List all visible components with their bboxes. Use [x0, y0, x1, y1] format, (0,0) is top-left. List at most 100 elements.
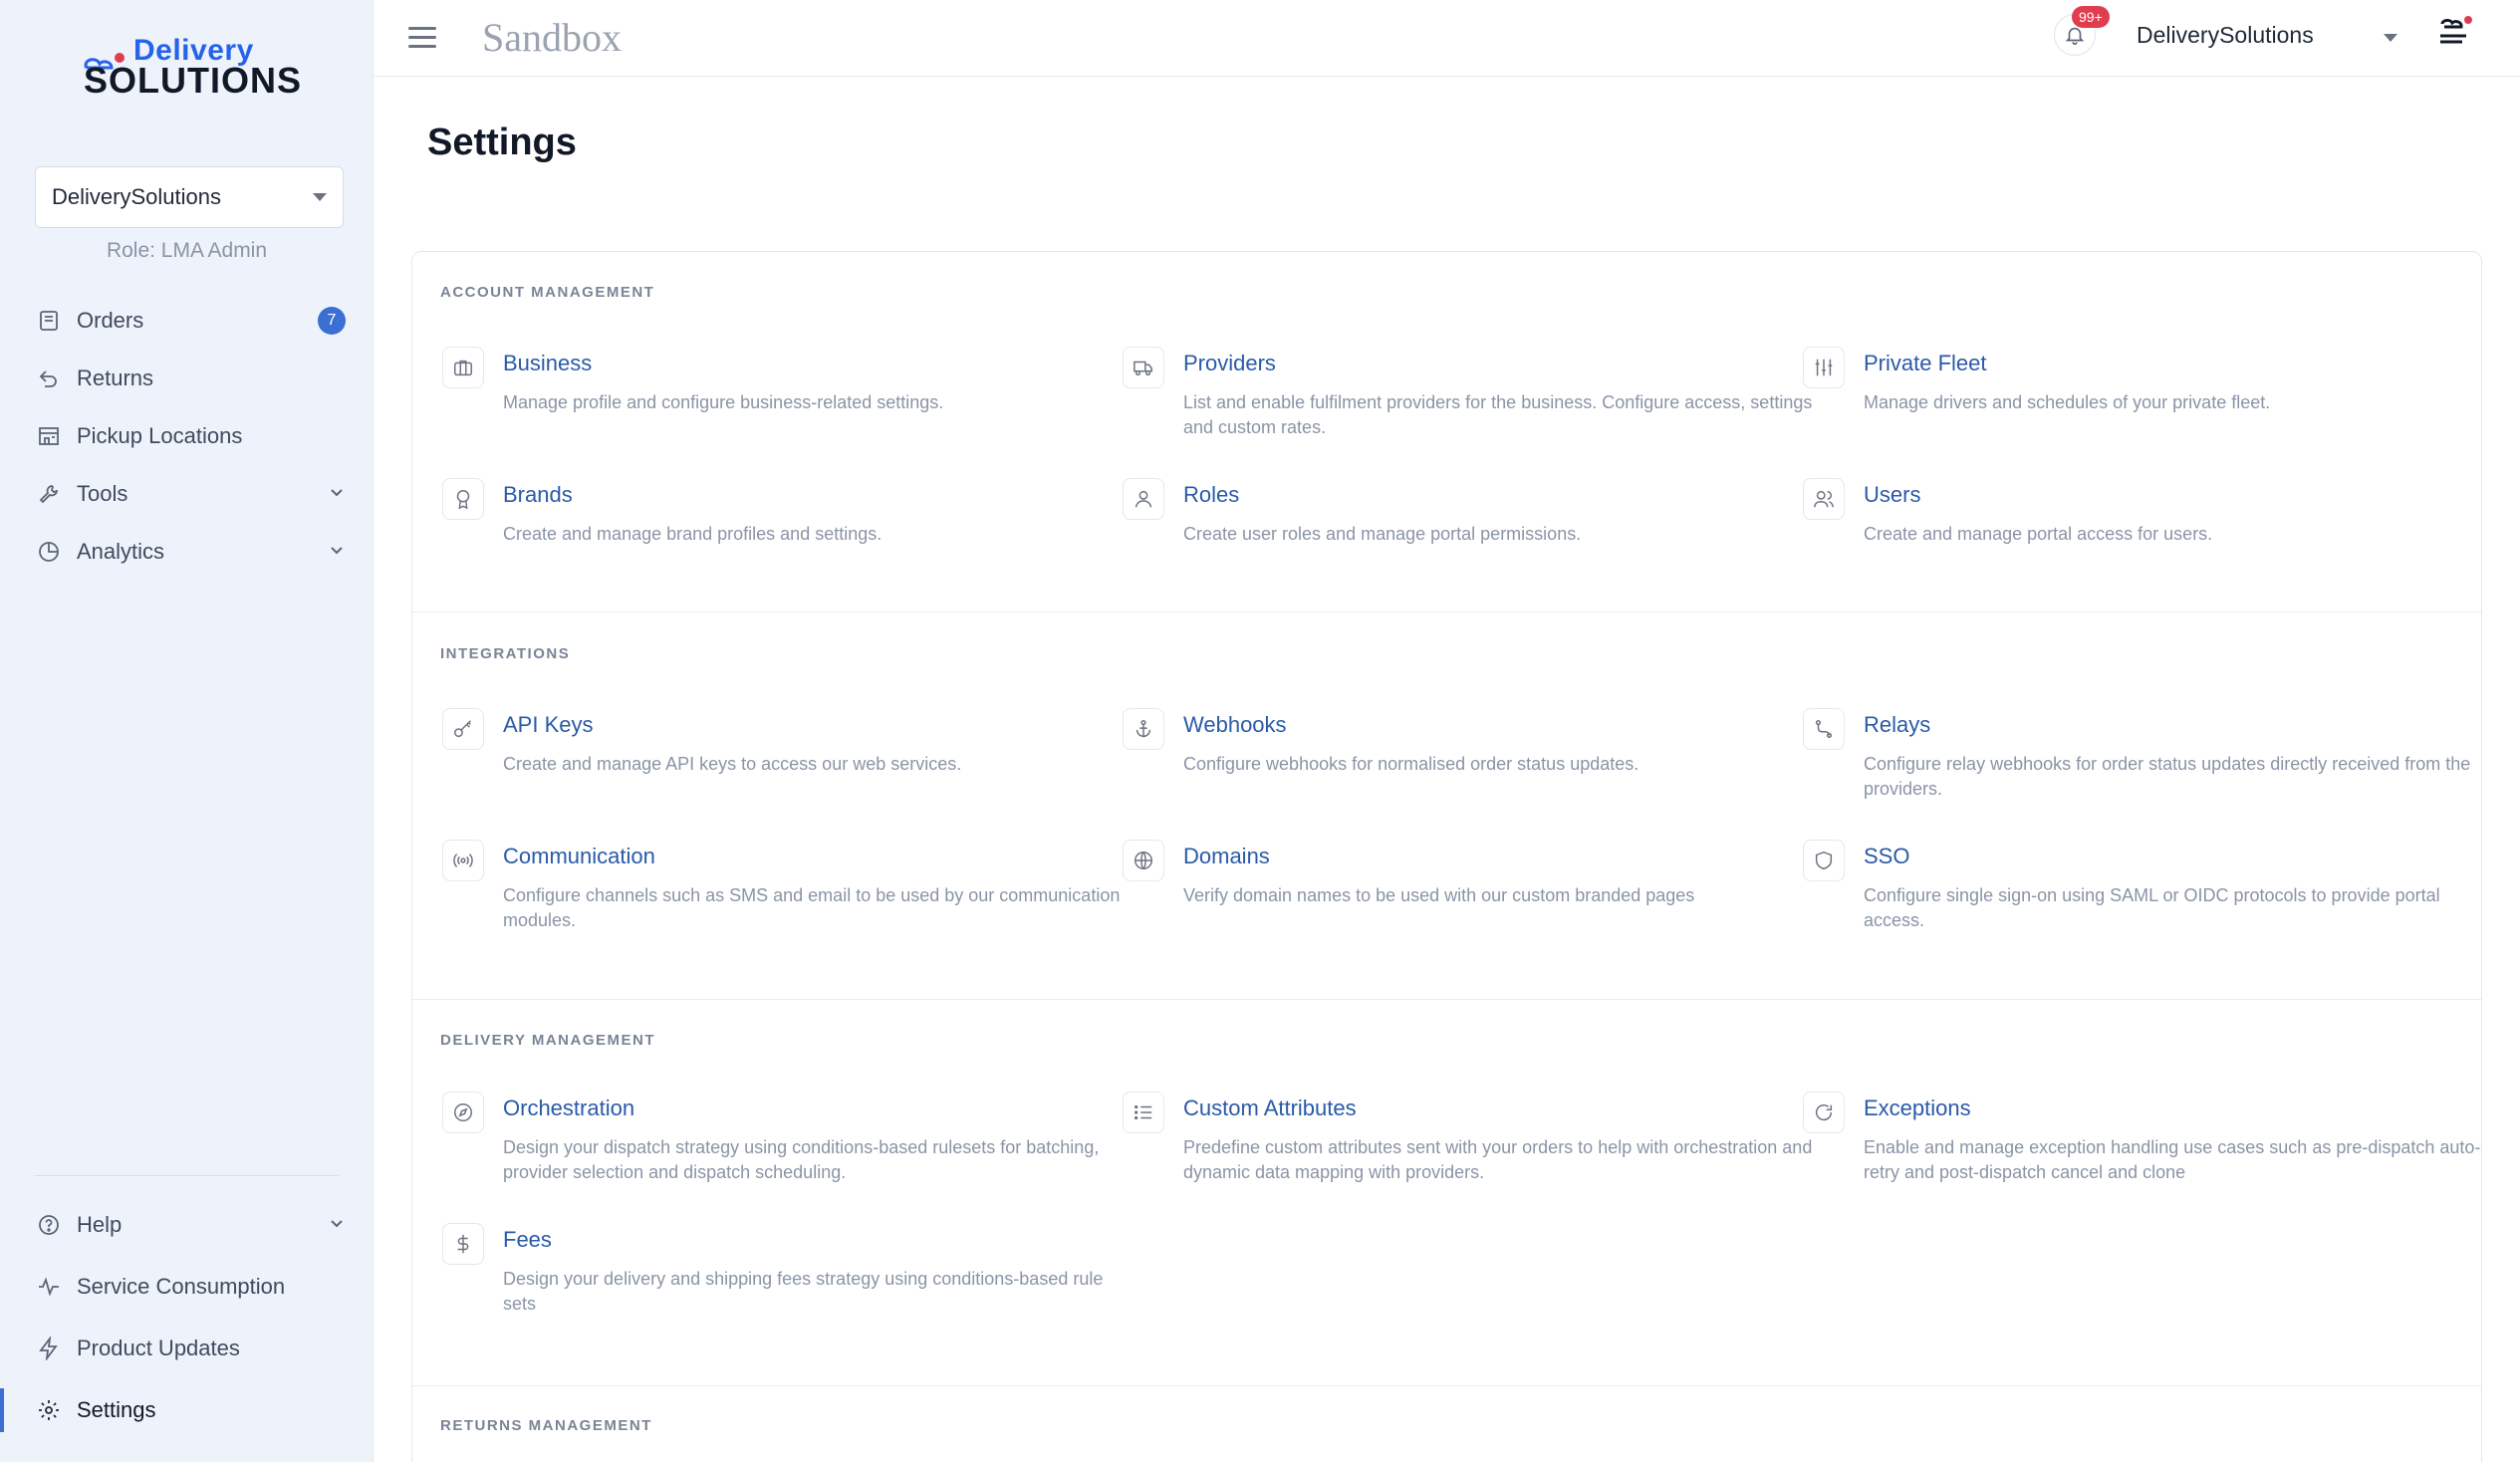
chevron-down-icon	[328, 539, 346, 565]
wrench-icon	[35, 480, 63, 508]
sidebar-item-label: Analytics	[77, 539, 165, 564]
shield-icon	[1803, 840, 1845, 881]
sidebar-item-returns[interactable]: Returns	[35, 357, 354, 400]
tile-description: Create and manage portal access for user…	[1864, 524, 2213, 544]
caret-down-icon[interactable]	[2384, 34, 2397, 42]
active-indicator	[0, 1388, 4, 1432]
user-icon	[1123, 478, 1164, 520]
tile-title[interactable]: Orchestration	[503, 1096, 634, 1121]
tile-description: List and enable fulfilment providers for…	[1183, 392, 1813, 437]
tile-description: Create and manage brand profiles and set…	[503, 524, 882, 544]
notification-count-badge: 99+	[2072, 6, 2110, 28]
tile-description: Configure channels such as SMS and email…	[503, 885, 1121, 930]
section-divider	[412, 611, 2481, 612]
brand-mark-icon[interactable]	[2434, 14, 2476, 55]
sidebar-item-analytics[interactable]: Analytics	[35, 530, 354, 574]
tile-description: Predefine custom attributes sent with yo…	[1183, 1137, 1813, 1182]
dollar-icon	[442, 1223, 484, 1265]
sidebar-item-pickup-locations[interactable]: Pickup Locations	[35, 414, 354, 458]
caret-down-icon	[313, 193, 327, 201]
pie-chart-icon	[35, 538, 63, 566]
tile-title[interactable]: Exceptions	[1864, 1096, 1971, 1121]
tile-title[interactable]: Providers	[1183, 351, 1276, 376]
sidebar-item-label: Tools	[77, 481, 128, 506]
compass-icon	[442, 1092, 484, 1133]
section-label-account-management: ACCOUNT MANAGEMENT	[440, 284, 655, 301]
section-divider	[412, 1385, 2481, 1386]
chevron-down-icon	[328, 1212, 346, 1238]
sidebar-item-label: Returns	[77, 366, 154, 390]
sidebar-item-label: Help	[77, 1212, 123, 1237]
account-select-value: DeliverySolutions	[52, 184, 221, 209]
sidebar-item-label: Pickup Locations	[77, 423, 243, 448]
tile-title[interactable]: SSO	[1864, 844, 1909, 869]
refresh-icon	[1803, 1092, 1845, 1133]
account-menu[interactable]: DeliverySolutions	[2137, 22, 2314, 49]
account-select[interactable]: DeliverySolutions	[35, 166, 344, 228]
award-icon	[442, 478, 484, 520]
orders-icon	[35, 307, 63, 335]
tile-title[interactable]: Users	[1864, 482, 1920, 508]
tile-title[interactable]: Domains	[1183, 844, 1270, 869]
returns-icon	[35, 365, 63, 392]
sliders-icon	[1803, 347, 1845, 388]
sidebar-item-label: Product Updates	[77, 1336, 240, 1360]
menu-toggle-icon[interactable]	[408, 27, 436, 49]
tile-description: Create user roles and manage portal perm…	[1183, 524, 1582, 544]
sidebar-item-orders[interactable]: Orders 7	[35, 299, 354, 343]
route-icon	[1803, 708, 1845, 750]
tile-description: Create and manage API keys to access our…	[503, 754, 962, 774]
tile-description: Configure single sign-on using SAML or O…	[1864, 885, 2440, 930]
tile-description: Enable and manage exception handling use…	[1864, 1137, 2481, 1182]
section-label-integrations: INTEGRATIONS	[440, 645, 571, 662]
broadcast-icon	[442, 840, 484, 881]
activity-icon	[35, 1273, 63, 1301]
tile-description: Manage profile and configure business-re…	[503, 392, 944, 412]
page-title: Settings	[427, 122, 577, 163]
tile-title[interactable]: Communication	[503, 844, 655, 869]
tile-title[interactable]: Brands	[503, 482, 573, 508]
sidebar-divider	[35, 1175, 339, 1176]
sidebar-item-label: Service Consumption	[77, 1274, 286, 1299]
tile-title[interactable]: Custom Attributes	[1183, 1096, 1357, 1121]
truck-icon	[1123, 347, 1164, 388]
tile-description: Manage drivers and schedules of your pri…	[1864, 392, 2271, 412]
sidebar-item-label: Settings	[77, 1397, 156, 1422]
topbar: Sandbox 99+ DeliverySolutions	[375, 0, 2520, 77]
tile-title[interactable]: API Keys	[503, 712, 593, 738]
key-icon	[442, 708, 484, 750]
tile-description: Configure webhooks for normalised order …	[1183, 754, 1639, 774]
list-icon	[1123, 1092, 1164, 1133]
store-icon	[35, 422, 63, 450]
logo-text-bottom: SOLUTIONS	[84, 60, 303, 101]
orders-count-badge: 7	[318, 307, 346, 335]
tile-description: Design your delivery and shipping fees s…	[503, 1269, 1104, 1314]
gear-icon	[35, 1396, 63, 1424]
role-label: Role: LMA Admin	[106, 239, 268, 262]
sidebar-item-service-consumption[interactable]: Service Consumption	[35, 1265, 354, 1309]
sidebar-item-tools[interactable]: Tools	[35, 472, 354, 516]
sidebar-item-product-updates[interactable]: Product Updates	[35, 1327, 354, 1370]
tile-title[interactable]: Private Fleet	[1864, 351, 1987, 376]
users-icon	[1803, 478, 1845, 520]
tile-title[interactable]: Fees	[503, 1227, 552, 1253]
sidebar: Delivery SOLUTIONS DeliverySolutions Rol…	[0, 0, 374, 1462]
tile-title[interactable]: Relays	[1864, 712, 1930, 738]
section-divider	[412, 999, 2481, 1000]
environment-label: Sandbox	[482, 15, 622, 60]
briefcase-icon	[442, 347, 484, 388]
tile-description: Verify domain names to be used with our …	[1183, 885, 1695, 905]
tile-title[interactable]: Roles	[1183, 482, 1239, 508]
tile-title[interactable]: Webhooks	[1183, 712, 1287, 738]
section-label-delivery-management: DELIVERY MANAGEMENT	[440, 1032, 656, 1049]
delivery-solutions-logo[interactable]: Delivery SOLUTIONS	[80, 34, 303, 104]
lightning-icon	[35, 1335, 63, 1362]
tile-title[interactable]: Business	[503, 351, 592, 376]
help-icon	[35, 1211, 63, 1239]
tile-description: Design your dispatch strategy using cond…	[503, 1137, 1100, 1182]
section-label-returns-management: RETURNS MANAGEMENT	[440, 1417, 652, 1434]
globe-icon	[1123, 840, 1164, 881]
sidebar-item-settings[interactable]: Settings	[35, 1388, 354, 1432]
sidebar-item-help[interactable]: Help	[35, 1203, 354, 1247]
anchor-icon	[1123, 708, 1164, 750]
